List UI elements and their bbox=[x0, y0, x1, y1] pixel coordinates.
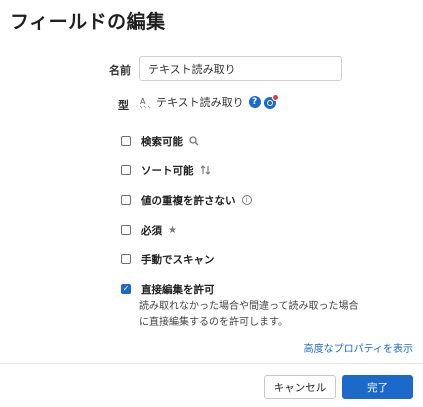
required-checkbox[interactable] bbox=[121, 225, 131, 235]
direct-edit-label: 直接編集を許可 bbox=[141, 283, 215, 296]
required-label: 必須 bbox=[141, 224, 162, 237]
unique-label: 値の重複を許さない bbox=[141, 194, 236, 207]
option-unique[interactable]: 値の重複を許さない i bbox=[121, 192, 252, 208]
sortable-checkbox[interactable] bbox=[121, 165, 131, 175]
sortable-label: ソート可能 bbox=[141, 164, 194, 177]
svg-text:A: A bbox=[140, 97, 146, 106]
done-button[interactable]: 完了 bbox=[342, 375, 413, 399]
search-icon bbox=[189, 136, 199, 146]
checkmark-icon: ✓ bbox=[122, 284, 130, 293]
dialog-title: フィールドの編集 bbox=[10, 11, 166, 33]
show-advanced-properties-link[interactable]: 高度なプロパティを表示 bbox=[304, 340, 413, 355]
notification-badge-icon[interactable] bbox=[263, 94, 279, 109]
star-icon: ★ bbox=[168, 224, 177, 236]
manual-scan-checkbox[interactable] bbox=[121, 254, 131, 264]
direct-edit-checkbox[interactable]: ✓ bbox=[121, 284, 131, 294]
type-label: 型 bbox=[118, 99, 129, 112]
type-display: A テキスト読み取り ? bbox=[139, 93, 279, 111]
help-icon[interactable]: ? bbox=[248, 96, 261, 108]
type-value: テキスト読み取り bbox=[156, 96, 244, 109]
footer-divider bbox=[0, 363, 423, 364]
name-input[interactable] bbox=[139, 56, 342, 81]
option-searchable[interactable]: 検索可能 bbox=[121, 133, 199, 149]
name-label: 名前 bbox=[109, 64, 131, 77]
info-icon[interactable]: i bbox=[241, 195, 252, 205]
option-manual-scan[interactable]: 手動でスキャン bbox=[121, 251, 215, 267]
option-direct-edit[interactable]: ✓ 直接編集を許可 bbox=[121, 281, 215, 297]
unique-checkbox[interactable] bbox=[121, 195, 131, 205]
option-sortable[interactable]: ソート可能 bbox=[121, 162, 211, 178]
searchable-label: 検索可能 bbox=[141, 135, 183, 148]
option-required[interactable]: 必須 ★ bbox=[121, 222, 177, 238]
searchable-checkbox[interactable] bbox=[121, 136, 131, 146]
manual-scan-label: 手動でスキャン bbox=[141, 253, 215, 266]
cancel-button[interactable]: キャンセル bbox=[264, 375, 336, 399]
direct-edit-description: 読み取れなかった場合や間違って読み取った場合に直接編集するのを許可します。 bbox=[139, 301, 359, 328]
text-recognition-icon: A bbox=[139, 95, 153, 109]
sort-arrows-icon bbox=[200, 165, 211, 175]
